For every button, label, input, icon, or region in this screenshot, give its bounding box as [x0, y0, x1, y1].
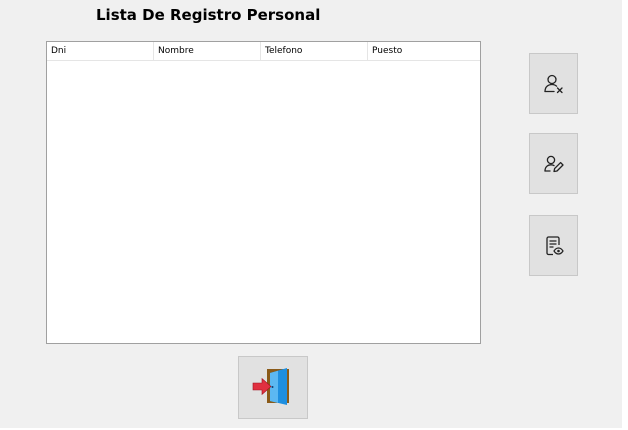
column-header-puesto[interactable]: Puesto: [368, 42, 478, 60]
view-details-button[interactable]: [529, 215, 578, 276]
personal-list-view[interactable]: Dni Nombre Telefono Puesto: [46, 41, 481, 344]
list-header: Dni Nombre Telefono Puesto: [47, 42, 480, 61]
column-header-dni[interactable]: Dni: [47, 42, 154, 60]
column-header-telefono[interactable]: Telefono: [261, 42, 368, 60]
user-edit-icon: [542, 152, 566, 176]
user-remove-icon: [542, 72, 566, 96]
main-window: Lista De Registro Personal Dni Nombre Te…: [0, 0, 622, 428]
edit-user-button[interactable]: [529, 133, 578, 194]
column-header-nombre[interactable]: Nombre: [154, 42, 261, 60]
delete-user-button[interactable]: [529, 53, 578, 114]
exit-door-icon: [250, 363, 296, 413]
page-title: Lista De Registro Personal: [96, 6, 321, 24]
exit-button[interactable]: [238, 356, 308, 419]
window-edge: [622, 0, 628, 430]
list-body[interactable]: [47, 61, 480, 343]
document-view-icon: [542, 234, 566, 258]
